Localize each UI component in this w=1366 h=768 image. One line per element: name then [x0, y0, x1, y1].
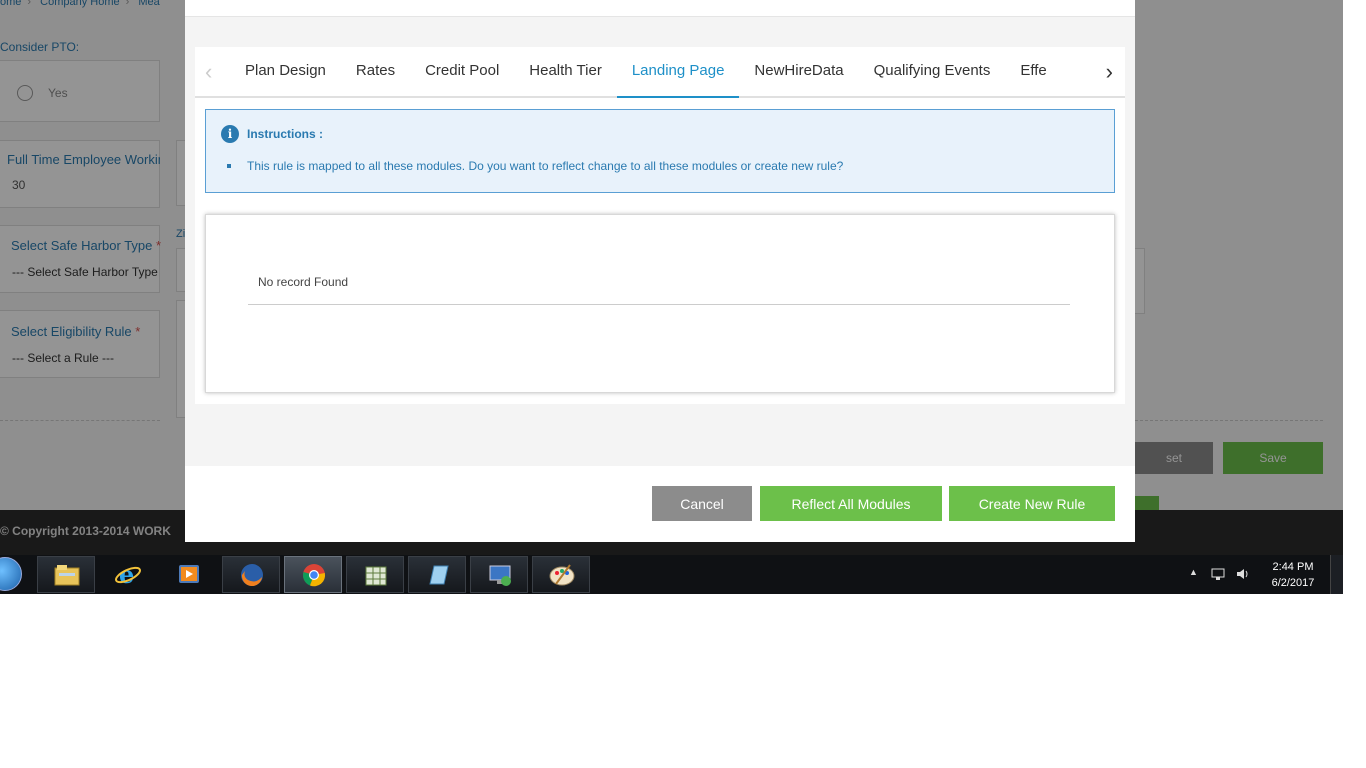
screen-edge [1343, 0, 1366, 594]
internet-explorer-icon: e [115, 561, 141, 587]
tray-expand-icon[interactable]: ▲ [1189, 567, 1198, 577]
chrome-icon [303, 564, 326, 587]
spreadsheet-icon [365, 566, 387, 586]
instructions-panel: i Instructions : This rule is mapped to … [205, 109, 1115, 193]
taskbar: e ▲ 2:44 PM 6/2/2017 [0, 555, 1343, 594]
paint-icon [549, 564, 575, 586]
cancel-button[interactable]: Cancel [652, 486, 752, 521]
desktop-screen: ome › Company Home › Mea Consider PTO: Yes… [0, 0, 1343, 594]
firefox-icon [241, 564, 263, 587]
instructions-title: Instructions : [247, 127, 324, 141]
paint-button[interactable] [532, 556, 590, 593]
notepad-icon [429, 565, 449, 585]
tab-plan-design[interactable]: Plan Design [230, 47, 341, 98]
clock-time: 2:44 PM [1272, 561, 1314, 573]
modal-footer: Cancel Reflect All Modules Create New Ru… [185, 466, 1135, 542]
tab-newhiredata[interactable]: NewHireData [739, 47, 858, 98]
volume-icon[interactable] [1236, 567, 1250, 584]
instruction-item: This rule is mapped to all these modules… [247, 159, 844, 173]
records-divider [248, 304, 1070, 305]
remote-desktop-icon [489, 565, 511, 586]
network-icon[interactable] [1211, 567, 1225, 584]
system-clock[interactable]: 2:44 PM 6/2/2017 [1262, 559, 1324, 591]
spreadsheet-button[interactable] [346, 556, 404, 593]
bullet-icon [227, 164, 231, 168]
chrome-button[interactable] [284, 556, 342, 593]
internet-explorer-button[interactable]: e [99, 556, 157, 593]
module-tabs: ‹ Plan Design Rates Credit Pool Health Tier… [195, 47, 1125, 98]
info-icon: i [221, 125, 239, 143]
tab-rates[interactable]: Rates [341, 47, 410, 98]
tabs-next-arrow-icon[interactable]: › [1106, 61, 1113, 83]
modal-content: i Instructions : This rule is mapped to … [195, 98, 1125, 404]
reflect-all-modules-button[interactable]: Reflect All Modules [760, 486, 942, 521]
tab-qualifying-events[interactable]: Qualifying Events [859, 47, 1006, 98]
firefox-button[interactable] [222, 556, 280, 593]
records-panel: No record Found [205, 214, 1115, 393]
create-new-rule-button[interactable]: Create New Rule [949, 486, 1115, 521]
tab-credit-pool[interactable]: Credit Pool [410, 47, 514, 98]
media-player-icon [179, 565, 199, 583]
tab-list: Plan Design Rates Credit Pool Health Tier La… [230, 47, 1090, 98]
tab-health-tier[interactable]: Health Tier [514, 47, 617, 98]
no-record-text: No record Found [258, 275, 349, 289]
file-explorer-icon [54, 565, 80, 586]
rule-modal: ‹ Plan Design Rates Credit Pool Health Tier… [185, 0, 1135, 542]
clock-date: 6/2/2017 [1271, 577, 1315, 589]
show-desktop-button[interactable] [1330, 555, 1343, 594]
modal-header [185, 0, 1135, 17]
start-orb-icon[interactable] [0, 557, 22, 591]
tab-effe[interactable]: Effe [1005, 47, 1061, 98]
remote-desktop-button[interactable] [470, 556, 528, 593]
tab-landing-page[interactable]: Landing Page [616, 47, 740, 98]
file-explorer-button[interactable] [37, 556, 95, 593]
media-player-button[interactable] [160, 556, 218, 593]
tabs-prev-arrow-icon[interactable]: ‹ [205, 61, 212, 83]
notepad-button[interactable] [408, 556, 466, 593]
